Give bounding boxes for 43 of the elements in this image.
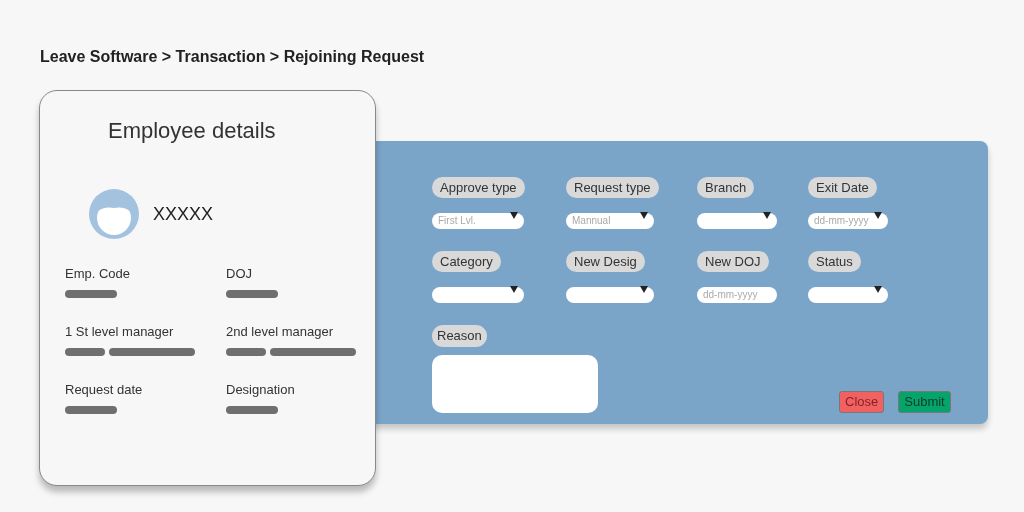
dropdown-arrow-icon: [874, 285, 882, 293]
dropdown-arrow-icon: [640, 211, 648, 219]
value-placeholder-bar: [226, 406, 278, 414]
dropdown-arrow-icon: [640, 285, 648, 293]
dropdown-arrow-icon: [510, 211, 518, 219]
field-label: Category: [432, 251, 501, 272]
detail-label: 1 St level manager: [65, 323, 175, 340]
field-label: New Desig: [566, 251, 645, 272]
detail-label: Designation: [226, 381, 296, 398]
field-label: Status: [808, 251, 861, 272]
value-placeholder-bar: [226, 290, 278, 298]
avatar-icon: [89, 189, 139, 239]
dropdown-arrow-icon: [874, 211, 882, 219]
dropdown-arrow-icon: [763, 211, 771, 219]
field-label: Reason: [432, 325, 487, 347]
date-field[interactable]: dd-mm-yyyy: [697, 286, 777, 303]
detail-label: Emp. Code: [65, 265, 132, 282]
value-placeholder-bar: [226, 348, 266, 356]
dropdown-field[interactable]: Mannual: [566, 212, 654, 229]
detail-label: Request date: [65, 381, 144, 398]
dropdown-field[interactable]: First Lvl.: [432, 212, 524, 229]
detail-label: 2nd level manager: [226, 323, 334, 340]
value-placeholder-bar: [65, 290, 117, 298]
value-placeholder-bar: [65, 406, 117, 414]
value-placeholder-bar: [65, 348, 105, 356]
dropdown-arrow-icon: [510, 285, 518, 293]
employee-name: XXXXX: [153, 202, 214, 226]
field-label: Exit Date: [808, 177, 877, 198]
dropdown-field[interactable]: [566, 286, 654, 303]
field-label: New DOJ: [697, 251, 769, 272]
field-label: Request type: [566, 177, 659, 198]
field-label: Approve type: [432, 177, 525, 198]
detail-label: DOJ: [226, 265, 253, 282]
field-label: Branch: [697, 177, 755, 198]
submit-button[interactable]: Submit: [898, 391, 951, 413]
dropdown-field[interactable]: [432, 286, 524, 303]
close-button[interactable]: Close: [839, 391, 885, 413]
dropdown-field[interactable]: dd-mm-yyyy: [808, 212, 888, 229]
breadcrumb: Leave Software > Transaction > Rejoining Request: [40, 47, 426, 67]
dropdown-field[interactable]: [808, 286, 888, 303]
dropdown-field[interactable]: [697, 212, 777, 229]
reason-field[interactable]: [432, 355, 598, 413]
card-title: Employee details: [108, 117, 277, 145]
